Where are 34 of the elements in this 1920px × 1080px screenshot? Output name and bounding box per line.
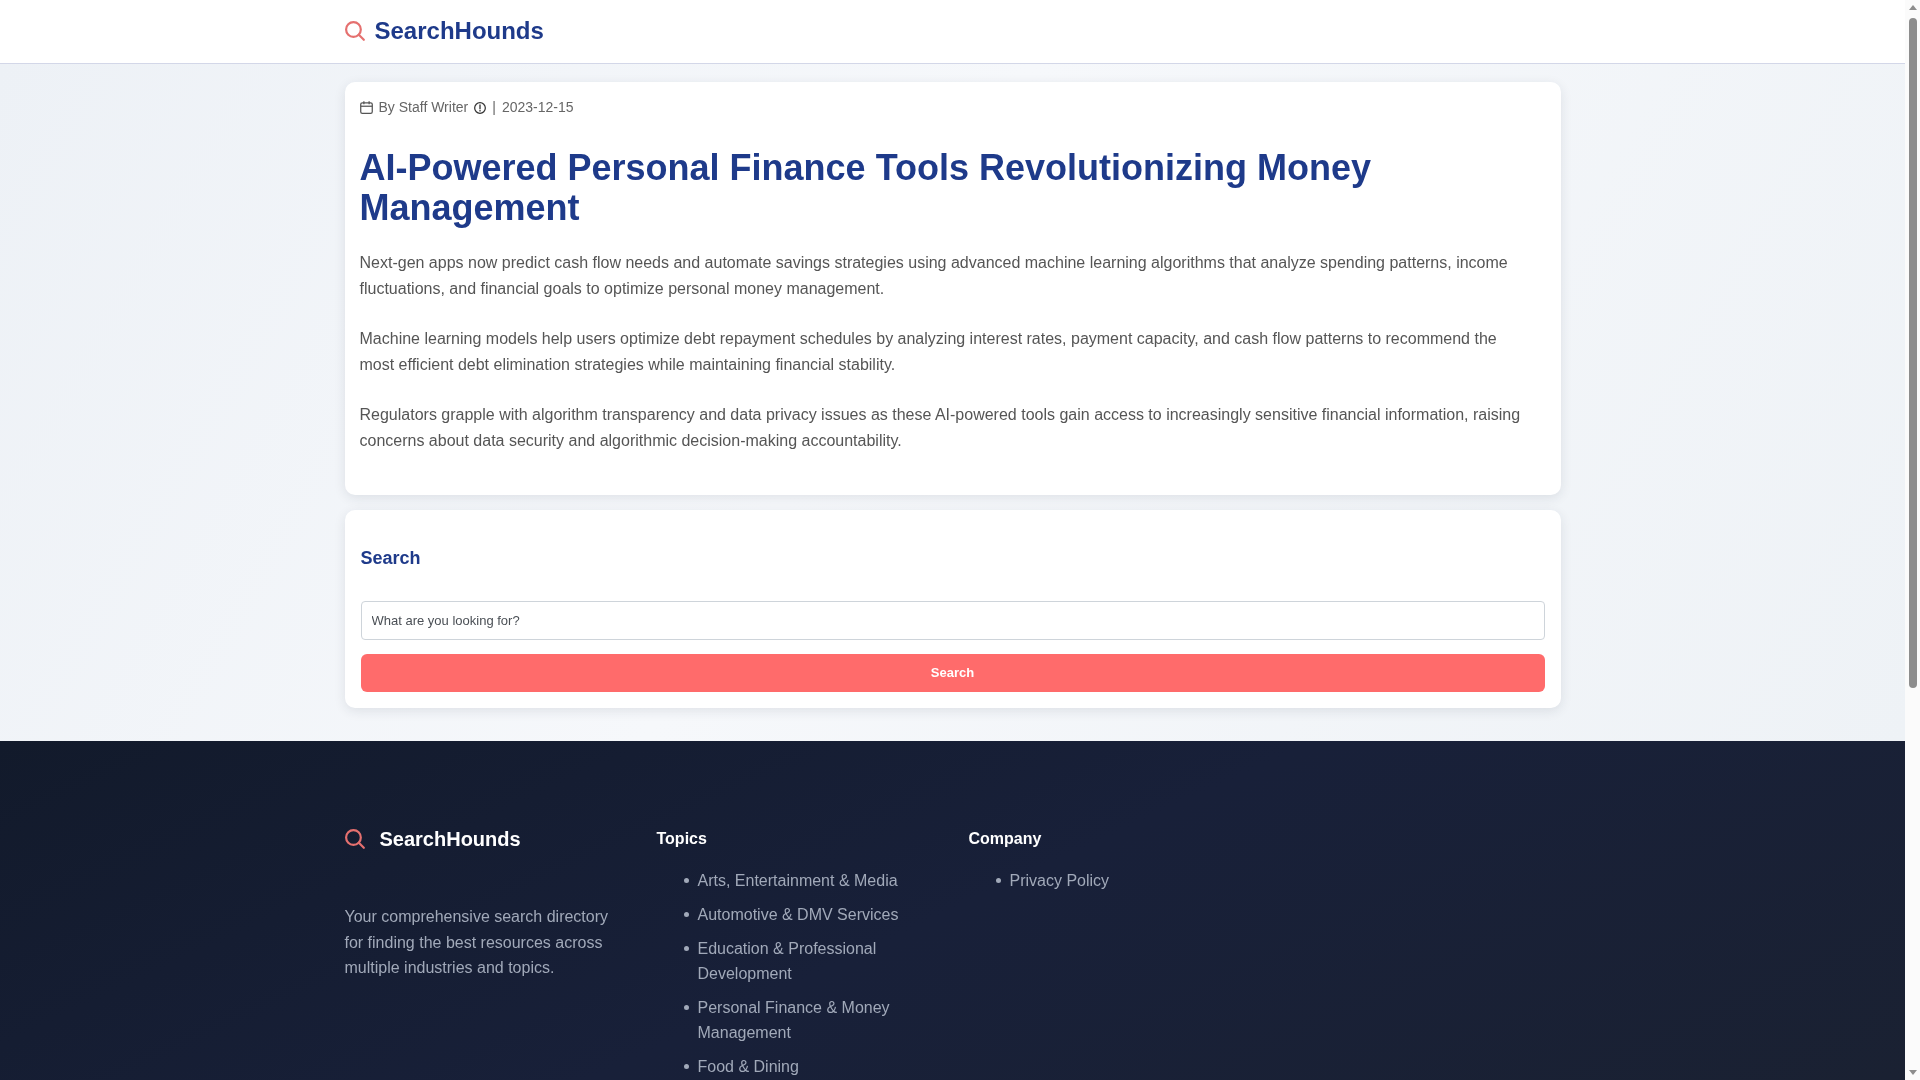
- scrollbar-thumb[interactable]: [1909, 18, 1917, 688]
- footer-brand-name: SearchHounds: [379, 827, 521, 852]
- search-heading: Search: [360, 547, 422, 570]
- bullet-icon: [683, 946, 689, 952]
- bullet-icon: [683, 1005, 689, 1011]
- article-paragraph: Machine learning models help users optimize debt repayment schedules by analyzing interest rates, payment capacity, and cash flow patterns to recommend the most efficient debt elimination strategies while maintaining financial stability.: [359, 329, 1498, 376]
- search-field[interactable]: What are you looking for?: [360, 601, 1545, 641]
- brand-link[interactable]: SearchHounds: [344, 17, 544, 46]
- footer-link[interactable]: Automotive & DMV Services: [697, 902, 899, 928]
- footer-link[interactable]: Personal Finance & Money Management: [697, 995, 937, 1046]
- down-arrow-icon[interactable]: [1909, 1070, 1917, 1075]
- footer-link[interactable]: Arts, Entertainment & Media: [697, 868, 898, 894]
- footer-heading: Company: [968, 829, 1043, 850]
- publish-date: 2023-12-15: [501, 98, 574, 117]
- article-title: AI-Powered Personal Finance Tools Revolutionizing Money Management: [359, 148, 1372, 228]
- footer-link[interactable]: Privacy Policy: [1009, 868, 1110, 894]
- footer-heading: Topics: [656, 829, 708, 850]
- up-arrow-icon[interactable]: [1909, 5, 1917, 10]
- footer-link[interactable]: Food & Dining: [697, 1054, 799, 1080]
- meta-separator: |: [492, 98, 496, 117]
- bullet-icon: [995, 878, 1001, 884]
- article-paragraph: Regulators grapple with algorithm transparency and data privacy issues as these AI-powered tools gain access to increasingly sensitive financial information, raising concerns about data security and algorithmic decision-making accountability.: [359, 405, 1522, 452]
- author-byline: By Staff Writer: [378, 98, 469, 117]
- search-icon: [344, 21, 365, 42]
- calendar-icon: [359, 101, 373, 114]
- footer-link[interactable]: Education & Professional Development: [697, 936, 937, 987]
- article-paragraph: Next-gen apps now predict cash flow needs and automate savings strategies using advanced machine learning algorithms that analyze spending patterns, income fluctuations, and financial goals to optimize personal money management.: [359, 253, 1509, 300]
- bullet-icon: [683, 1064, 689, 1070]
- search-icon: [344, 829, 365, 850]
- scrollbar[interactable]: [1905, 0, 1920, 1080]
- bullet-icon: [683, 878, 689, 884]
- alert-icon: [474, 101, 487, 114]
- bullet-icon: [683, 912, 689, 918]
- footer-description: Your comprehensive search directory for finding the best resources across multiple industries and topics.: [344, 907, 610, 979]
